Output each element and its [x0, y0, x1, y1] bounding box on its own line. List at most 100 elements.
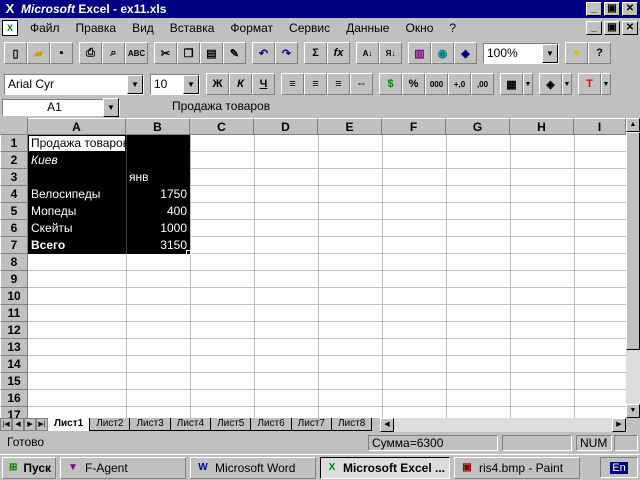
next-sheet-icon[interactable]: ▶ — [24, 418, 36, 431]
merge-center-icon[interactable]: ⇔ — [350, 73, 373, 95]
cell-a4[interactable]: Велосипеды — [29, 186, 125, 203]
row-header-8[interactable]: 8 — [0, 254, 28, 271]
cell-a1[interactable]: Продажа товаров — [29, 135, 189, 152]
chevron-down-icon[interactable]: ▼ — [103, 97, 119, 117]
scroll-right-icon[interactable]: ▶ — [612, 418, 626, 432]
thousands-button[interactable]: 000 — [425, 73, 448, 95]
percent-button[interactable]: % — [402, 73, 425, 95]
doc-close-button[interactable]: ✕ — [622, 21, 638, 35]
align-right-icon[interactable]: ≡ — [327, 73, 350, 95]
tip-wizard-icon[interactable]: ● — [565, 42, 588, 64]
align-center-icon[interactable]: ≡ — [304, 73, 327, 95]
cut-icon[interactable]: ✂ — [154, 42, 177, 64]
save-icon[interactable]: ▪ — [50, 42, 73, 64]
font-name-combo[interactable]: Arial Cyr ▼ — [4, 73, 144, 95]
sheet-tab-8[interactable]: Лист8 — [331, 418, 373, 431]
drawing-icon[interactable]: ◆ — [454, 42, 477, 64]
chevron-down-icon[interactable]: ▼ — [542, 43, 558, 63]
cell-b4[interactable]: 1750 — [127, 186, 189, 203]
menu-format[interactable]: Формат — [222, 21, 281, 35]
prev-sheet-icon[interactable]: ◀ — [12, 418, 24, 431]
row-header-16[interactable]: 16 — [0, 390, 28, 407]
menu-tools[interactable]: Сервис — [281, 21, 338, 35]
copy-icon[interactable]: ❐ — [177, 42, 200, 64]
sort-descending-icon[interactable]: Я↓ — [379, 42, 402, 64]
cell-a5[interactable]: Мопеды — [29, 203, 125, 220]
column-header-c[interactable]: C — [190, 118, 254, 135]
menu-data[interactable]: Данные — [338, 21, 397, 35]
zoom-combo[interactable]: 100% ▼ — [483, 42, 559, 64]
currency-icon[interactable]: $ — [379, 73, 402, 95]
row-header-1[interactable]: 1 — [0, 135, 28, 152]
minimize-button[interactable]: _ — [586, 2, 602, 16]
horizontal-scrollbar[interactable]: ◀ ▶ — [380, 418, 626, 432]
select-all-corner[interactable] — [0, 118, 28, 135]
autosum-button[interactable]: Σ — [304, 42, 327, 64]
column-header-g[interactable]: G — [446, 118, 510, 135]
sheet-tab-1[interactable]: Лист1 — [48, 418, 91, 431]
menu-window[interactable]: Окно — [397, 21, 441, 35]
menu-edit[interactable]: Правка — [68, 21, 125, 35]
new-file-icon[interactable]: ▯ — [4, 42, 27, 64]
sheet-tab-3[interactable]: Лист3 — [130, 418, 171, 431]
bold-button[interactable]: Ж — [206, 73, 229, 95]
start-button[interactable]: ⊞ Пуск — [2, 456, 56, 479]
borders-dropdown-icon[interactable]: ▼ — [523, 73, 533, 95]
italic-button[interactable]: К — [229, 73, 252, 95]
doc-minimize-button[interactable]: _ — [586, 21, 602, 35]
menu-insert[interactable]: Вставка — [162, 21, 223, 35]
worksheet-grid[interactable]: A B C D E F G H I 1 2 3 4 5 6 7 8 9 10 1… — [0, 118, 626, 420]
font-color-dropdown-icon[interactable]: ▼ — [601, 73, 611, 95]
cell-a2[interactable]: Киев — [29, 152, 125, 169]
row-header-10[interactable]: 10 — [0, 288, 28, 305]
cell-b6[interactable]: 1000 — [127, 220, 189, 237]
column-header-f[interactable]: F — [382, 118, 446, 135]
scroll-left-icon[interactable]: ◀ — [380, 418, 394, 432]
fill-dropdown-icon[interactable]: ▼ — [562, 73, 572, 95]
column-header-b[interactable]: B — [126, 118, 190, 135]
font-color-icon[interactable]: T — [578, 73, 601, 95]
spelling-icon[interactable]: ABC — [125, 42, 148, 64]
row-header-14[interactable]: 14 — [0, 356, 28, 373]
undo-icon[interactable]: ↶ — [252, 42, 275, 64]
row-header-2[interactable]: 2 — [0, 152, 28, 169]
cell-b3[interactable]: янв — [127, 169, 189, 186]
chevron-down-icon[interactable]: ▼ — [127, 74, 143, 94]
menu-help[interactable]: ? — [441, 21, 464, 35]
column-header-h[interactable]: H — [510, 118, 574, 135]
doc-restore-button[interactable]: ▣ — [604, 21, 620, 35]
row-header-5[interactable]: 5 — [0, 203, 28, 220]
taskbar-item-f-agent[interactable]: ▼ F-Agent — [60, 456, 186, 479]
cell-b7[interactable]: 3150 — [127, 237, 189, 254]
function-wizard-button[interactable]: fx — [327, 42, 350, 64]
underline-button[interactable]: Ч — [252, 73, 275, 95]
sheet-tab-6[interactable]: Лист6 — [251, 418, 292, 431]
row-header-13[interactable]: 13 — [0, 339, 28, 356]
cell-b5[interactable]: 400 — [127, 203, 189, 220]
sheet-tab-7[interactable]: Лист7 — [291, 418, 332, 431]
borders-icon[interactable]: ▦ — [500, 73, 523, 95]
cell-a7[interactable]: Всего — [29, 237, 125, 254]
column-header-d[interactable]: D — [254, 118, 318, 135]
row-header-7[interactable]: 7 — [0, 237, 28, 254]
vertical-scrollbar[interactable]: ▲ ▼ — [626, 118, 640, 420]
scroll-track[interactable] — [626, 350, 640, 404]
row-header-12[interactable]: 12 — [0, 322, 28, 339]
taskbar-item-excel[interactable]: X Microsoft Excel ... — [320, 456, 450, 479]
first-sheet-icon[interactable]: |◀ — [0, 418, 12, 431]
format-painter-icon[interactable]: ✎ — [223, 42, 246, 64]
last-sheet-icon[interactable]: ▶| — [36, 418, 48, 431]
fill-color-icon[interactable]: ◈ — [539, 73, 562, 95]
sheet-tab-2[interactable]: Лист2 — [90, 418, 131, 431]
sort-ascending-icon[interactable]: A↓ — [356, 42, 379, 64]
menu-view[interactable]: Вид — [124, 21, 162, 35]
column-header-e[interactable]: E — [318, 118, 382, 135]
chevron-down-icon[interactable]: ▼ — [183, 74, 199, 94]
map-icon[interactable]: ◉ — [431, 42, 454, 64]
sheet-tab-4[interactable]: Лист4 — [170, 418, 212, 431]
redo-icon[interactable]: ↷ — [275, 42, 298, 64]
help-icon[interactable]: ? — [588, 42, 611, 64]
scroll-up-icon[interactable]: ▲ — [626, 118, 640, 132]
close-button[interactable]: ✕ — [622, 2, 638, 16]
paste-icon[interactable]: ▤ — [200, 42, 223, 64]
